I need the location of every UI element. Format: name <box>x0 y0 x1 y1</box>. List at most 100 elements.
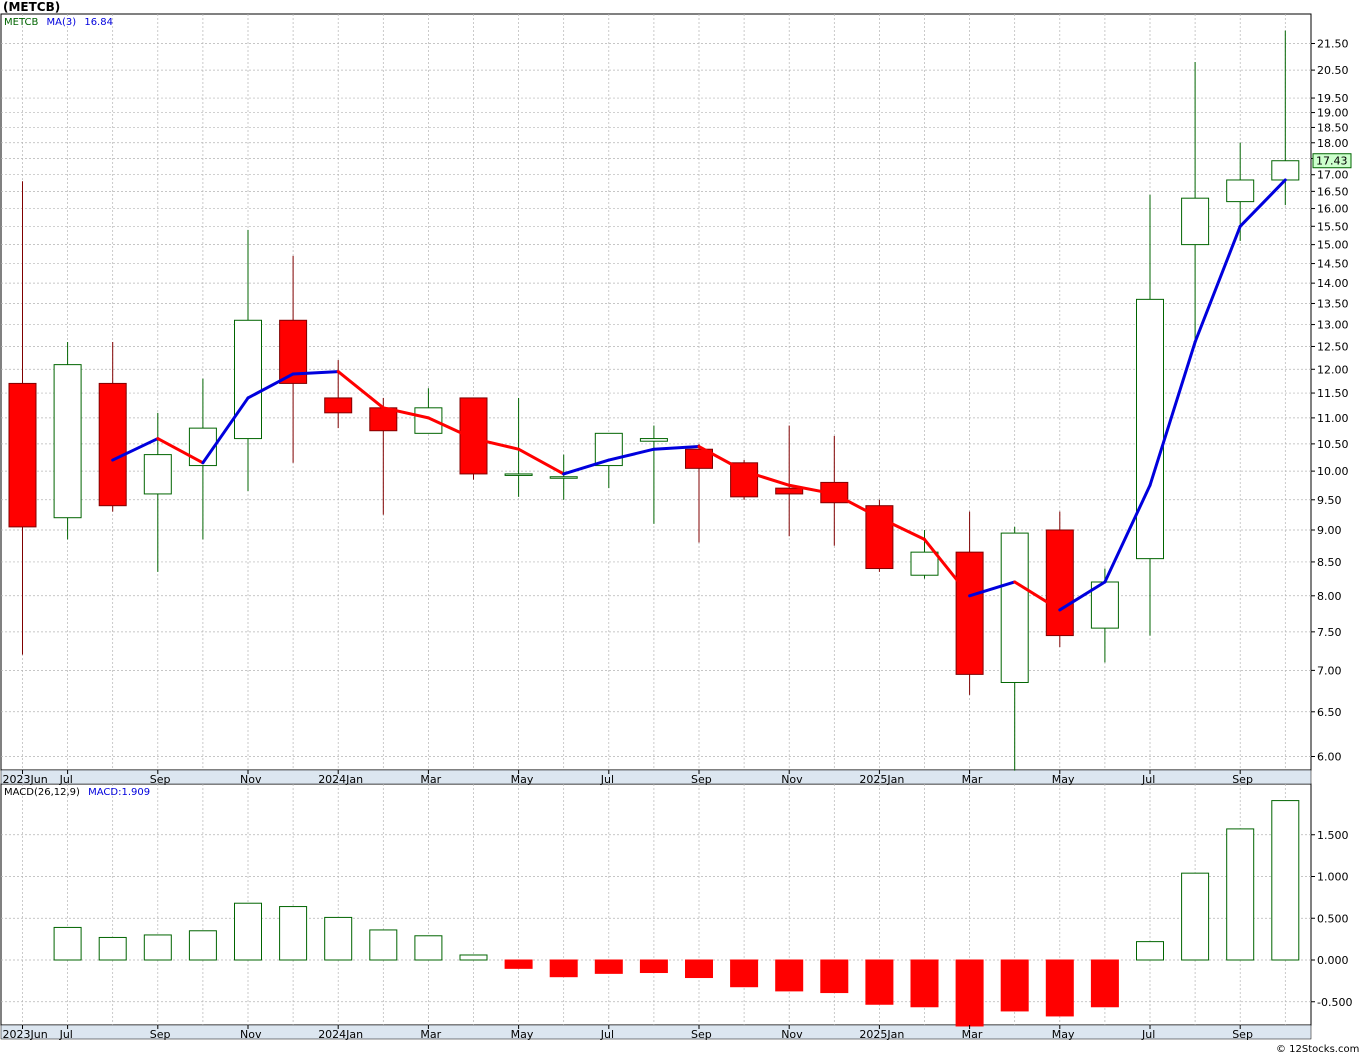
price-tick-label: 18.50 <box>1317 121 1349 134</box>
price-tick-label: 10.50 <box>1317 438 1349 451</box>
price-date-label: 2023Jun <box>3 773 48 786</box>
price-tick-label: 6.50 <box>1317 706 1342 719</box>
macd-legend-name: MACD(26,12,9) <box>4 787 80 798</box>
macd-date-label: Sep <box>691 1028 712 1041</box>
price-date-band <box>0 769 1312 785</box>
macd-date-label: May <box>511 1028 534 1041</box>
macd-bar-positive <box>1226 828 1255 961</box>
macd-bar-positive <box>369 929 398 961</box>
price-date-label: Jul <box>600 773 614 786</box>
price-date-label: 2025Jan <box>859 773 904 786</box>
candle-body-down <box>775 487 804 495</box>
macd-date-label: Mar <box>962 1028 983 1041</box>
price-tick-label: 14.50 <box>1317 258 1349 271</box>
macd-bar-negative <box>504 959 533 969</box>
macd-bar-positive <box>1136 941 1164 961</box>
macd-bar-positive <box>1271 800 1300 961</box>
macd-date-label: Nov <box>240 1028 262 1041</box>
price-tick-label: 16.00 <box>1317 203 1349 216</box>
macd-bar-negative <box>730 959 759 988</box>
candle-body-up <box>1136 298 1164 560</box>
macd-bar-negative <box>775 959 804 992</box>
macd-bar-negative <box>865 959 894 1005</box>
candle <box>1045 511 1074 647</box>
price-tick-label: 19.50 <box>1317 92 1349 105</box>
price-tick-label: 7.00 <box>1317 664 1342 677</box>
macd-bar-negative <box>820 959 849 994</box>
candle-body-up <box>504 473 533 476</box>
chart-canvas: 21.5020.5019.5019.0018.5018.0017.5017.00… <box>0 0 1359 1055</box>
candle-body-up <box>1000 532 1029 683</box>
macd-date-label: Mar <box>420 1028 441 1041</box>
stock-chart: 21.5020.5019.5019.0018.5018.0017.5017.00… <box>0 0 1360 1056</box>
candle-body-down <box>8 382 37 528</box>
candle-body-up <box>53 364 82 519</box>
price-tick-label: 12.50 <box>1317 340 1349 353</box>
candle <box>865 499 894 572</box>
price-date-label: Mar <box>420 773 441 786</box>
macd-bar-positive <box>324 916 353 961</box>
price-tick-label: 13.50 <box>1317 297 1349 310</box>
legend-symbol: METCB <box>4 17 38 28</box>
macd-bar-negative <box>1090 959 1119 1008</box>
macd-date-label: Jul <box>600 1028 614 1041</box>
price-tick-label: 9.50 <box>1317 494 1342 507</box>
macd-date-label: May <box>1052 1028 1075 1041</box>
candle-body-up <box>234 319 262 440</box>
price-tick-label: 11.50 <box>1317 387 1349 400</box>
price-tick-label: 12.00 <box>1317 363 1349 376</box>
price-tick-label: 13.00 <box>1317 319 1349 332</box>
price-date-label: Nov <box>240 773 262 786</box>
price-tick-label: 15.50 <box>1317 220 1349 233</box>
candle-body-up <box>639 438 668 442</box>
price-tick-label: 20.50 <box>1317 64 1349 77</box>
macd-date-band <box>0 1024 1312 1040</box>
price-date-label: Sep <box>1232 773 1253 786</box>
candle-body-down <box>1045 529 1074 637</box>
price-tick-label: 15.00 <box>1317 239 1349 252</box>
last-price-tag: 17.43 <box>1312 153 1352 169</box>
price-tick-label: 7.50 <box>1317 626 1342 639</box>
price-tick-label: 17.00 <box>1317 169 1349 182</box>
credit-text: © 12Stocks.com <box>1276 1044 1359 1055</box>
legend-ma-name: MA(3) <box>47 17 77 28</box>
macd-bar-negative <box>685 959 713 979</box>
macd-bar-positive <box>143 934 172 961</box>
macd-bar-positive <box>98 936 127 961</box>
macd-tick-label: -0.500 <box>1317 996 1352 1009</box>
candle-body-up <box>910 551 939 576</box>
candle-body-up <box>1226 179 1255 203</box>
price-legend: METCB MA(3) 16.84 <box>4 17 113 28</box>
candle-body-down <box>865 505 894 570</box>
price-date-label: 2024Jan <box>318 773 363 786</box>
candle <box>53 342 82 540</box>
macd-date-label: Sep <box>150 1028 171 1041</box>
price-date-label: Jul <box>59 773 73 786</box>
macd-bar-positive <box>188 930 217 961</box>
price-date-label: May <box>1052 773 1075 786</box>
price-tick-label: 6.00 <box>1317 751 1342 764</box>
price-date-label: Sep <box>150 773 171 786</box>
macd-date-label: 2025Jan <box>859 1028 904 1041</box>
legend-ma-value: 16.84 <box>84 17 113 28</box>
price-tick-label: 14.00 <box>1317 277 1349 290</box>
price-date-label: Nov <box>781 773 803 786</box>
price-tick-label: 8.00 <box>1317 590 1342 603</box>
macd-tick-label: 1.500 <box>1317 829 1349 842</box>
macd-date-label: Jul <box>59 1028 73 1041</box>
macd-bar-negative <box>955 959 984 1027</box>
price-tick-label: 8.50 <box>1317 556 1342 569</box>
candle-body-up <box>1271 160 1300 181</box>
price-tick-label: 10.00 <box>1317 465 1349 478</box>
macd-bar-positive <box>53 926 82 961</box>
candle-body-down <box>730 462 759 498</box>
macd-bar-negative <box>639 959 668 974</box>
price-tick-label: 18.00 <box>1317 137 1349 150</box>
price-tick-label: 11.00 <box>1317 412 1349 425</box>
candle-body-up <box>549 476 578 479</box>
macd-legend: MACD(26,12,9) MACD:1.909 <box>4 787 150 798</box>
macd-bar-negative <box>594 959 623 974</box>
macd-date-label: Sep <box>1232 1028 1253 1041</box>
price-tick-label: 9.00 <box>1317 524 1342 537</box>
macd-legend-value: MACD:1.909 <box>88 787 150 798</box>
